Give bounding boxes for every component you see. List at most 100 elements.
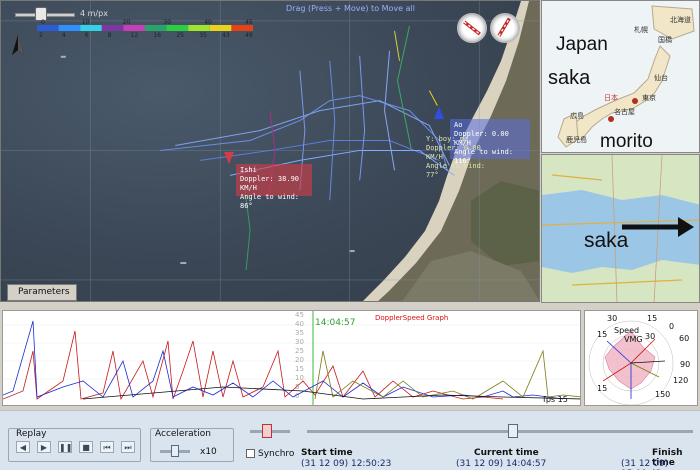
acceleration-label: Acceleration: [153, 429, 213, 439]
synchro-label: Synchro: [258, 449, 295, 459]
heading-compass-icon[interactable]: [490, 13, 520, 43]
synchro-checkbox[interactable]: [246, 449, 255, 458]
colorbar-top-tick: 45: [245, 19, 253, 26]
synchro-slider-thumb[interactable]: [262, 424, 272, 438]
japan-overview-map: 札幌 北海道日本 東京 仙台名古屋広島鹿児島 国橋 Japan saka morito: [541, 0, 700, 153]
colorbar-top-tick: 40: [204, 19, 212, 26]
boat-label-angle: Angle to wind: 86°: [240, 193, 300, 210]
gps-tracks: [160, 25, 455, 271]
polar-tick: 30: [607, 314, 617, 323]
finish-time-value: (31 12 09) 15:09:43: [621, 459, 669, 470]
replay-app: 4 m/px 0 10 20 30 40 45 2 4 6 8 12 16 25 35 43 49 Drag…: [0, 0, 700, 470]
saka-caption: saka: [548, 67, 591, 89]
saka-caption-local: saka: [584, 229, 629, 252]
parameters-button[interactable]: Parameters: [7, 284, 77, 301]
polar-speed-label: Speed: [614, 326, 640, 335]
polar-plot: 30 1506090120150151530: [588, 314, 690, 405]
satellite-map[interactable]: 4 m/px 0 10 20 30 40 45 2 4 6 8 12 16 25 35 43 49 Drag…: [0, 0, 540, 302]
japan-place-label: 北海道: [670, 16, 691, 24]
north-arrow-icon: [12, 35, 24, 55]
japan-place-label: 日本: [604, 94, 618, 102]
boat-label-ishi: Ishi Doppler: 38.90 KM/H Angle to wind: …: [236, 164, 312, 210]
polar-tick: 30: [645, 332, 655, 341]
replay-label: Replay: [14, 429, 49, 439]
polar-tick: 150: [655, 390, 670, 399]
colorbar-top-tick: 30: [163, 19, 171, 26]
japan-place-label: 仙台: [654, 74, 668, 82]
boat-label-doppler: Doppler: 0.00 KM/H: [426, 144, 481, 161]
playback-controls: Replay ◀ ▶ ❚❚ ■ ⏮ ⏭ Acceleration x10 Syn…: [0, 410, 700, 470]
timeline-slider-track[interactable]: [307, 430, 693, 433]
colorbar-top-tick: 20: [123, 19, 131, 26]
boat-label-echo: Y: boy: ma Doppler: 0.00 KM/H Angle to w…: [422, 133, 492, 179]
step-back-icon[interactable]: ◀: [16, 441, 30, 453]
colorbar-bottom-tick: 6: [85, 32, 89, 39]
colorbar-swatch: [209, 25, 232, 31]
fast-forward-icon[interactable]: ⏭: [121, 441, 135, 453]
colorbar-bottom-tick: 35: [199, 32, 207, 39]
colorbar-bottom-tick: 8: [108, 32, 112, 39]
japan-place-label: 国橋: [658, 36, 672, 44]
polar-tick: 15: [597, 330, 607, 339]
drag-hint: Drag (Press + Move) to Move all: [286, 4, 415, 13]
japan-caption: Japan: [556, 34, 608, 55]
start-time-label: Start time: [301, 448, 353, 458]
colorbar-bottom-tick: 2: [39, 32, 43, 39]
japan-place-label: 札幌: [634, 26, 648, 34]
polar-tick: 90: [680, 360, 690, 369]
play-icon[interactable]: ▶: [37, 441, 51, 453]
japan-place-label: 名古屋: [614, 108, 635, 116]
boat-label-angle: Angle to wind: 77°: [426, 162, 486, 179]
polar-tick: 15: [597, 384, 607, 393]
doppler-speed-graph[interactable]: 45 40 35 30 25 20 15 10 5 0 14:04:57 DopplerSpeed…: [2, 310, 581, 406]
boat-ishi-marker-icon[interactable]: [223, 151, 235, 165]
graph-y-tick: 10: [295, 374, 304, 382]
polar-diagram: 30 15 0 60 90 120 150 15 15 30 Speed VMG: [584, 310, 698, 406]
graph-y-tick: 20: [295, 356, 304, 364]
polar-tick: 0: [669, 322, 674, 331]
colorbar-bottom-tick: 4: [62, 32, 66, 39]
wind-compass-icon[interactable]: [457, 13, 487, 43]
timeline-slider-thumb[interactable]: [508, 424, 518, 438]
colorbar-bottom-tick: 49: [245, 32, 253, 39]
colorbar-top-tick: 10: [82, 19, 90, 26]
graph-title: DopplerSpeed Graph: [375, 314, 449, 322]
polar-tick: 120: [673, 376, 688, 385]
polar-vmg-label: VMG: [624, 335, 643, 344]
graph-y-tick: 15: [295, 365, 304, 373]
boat-label-doppler: Doppler: 38.90 KM/H: [240, 175, 300, 192]
stop-icon[interactable]: ■: [79, 441, 93, 453]
current-time-value: (31 12 09) 14:04:57: [456, 459, 547, 469]
acceleration-value: x10: [200, 447, 217, 457]
graph-plot: 454035302520151050: [3, 311, 580, 405]
scale-label: 4 m/px: [80, 9, 108, 18]
pause-icon[interactable]: ❚❚: [58, 441, 72, 453]
colorbar-bottom-tick: 43: [222, 32, 230, 39]
colorbar-bottom-tick: 12: [131, 32, 139, 39]
japan-place-label: 鹿児島: [566, 136, 587, 144]
colorbar-bottom-tick: 16: [153, 32, 161, 39]
boat-label-name: Ishi: [240, 166, 257, 174]
acceleration-slider-thumb[interactable]: [171, 445, 179, 457]
graph-y-tick: 35: [295, 329, 304, 337]
boat-label-name: Y: boy: ma: [426, 135, 469, 143]
japan-place-label: 東京: [642, 94, 656, 102]
graph-y-tick: 30: [295, 338, 304, 346]
graph-y-tick: 45: [295, 311, 304, 319]
current-time-label: Current time: [474, 448, 539, 458]
graph-time-marker: 14:04:57: [315, 318, 356, 328]
graph-y-tick: 25: [295, 347, 304, 355]
japan-place-label: 広島: [570, 112, 584, 120]
start-time-value: (31 12 09) 12:50:23: [301, 459, 392, 469]
polar-tick: 15: [647, 314, 657, 323]
polar-tick: 60: [679, 334, 689, 343]
graph-y-tick: 40: [295, 320, 304, 328]
morito-caption: morito: [600, 131, 653, 152]
colorbar-swatch: [58, 25, 81, 31]
fps-label: fps 15: [543, 395, 568, 404]
colorbar-top-tick: 0: [41, 19, 45, 26]
speed-colorbar: 0 10 20 30 40 45 2 4 6 8 12 16 25 35 43 49: [37, 19, 253, 39]
rewind-icon[interactable]: ⏮: [100, 441, 114, 453]
boat-ao-marker-icon[interactable]: [433, 106, 445, 120]
colorbar-swatch: [101, 25, 124, 31]
